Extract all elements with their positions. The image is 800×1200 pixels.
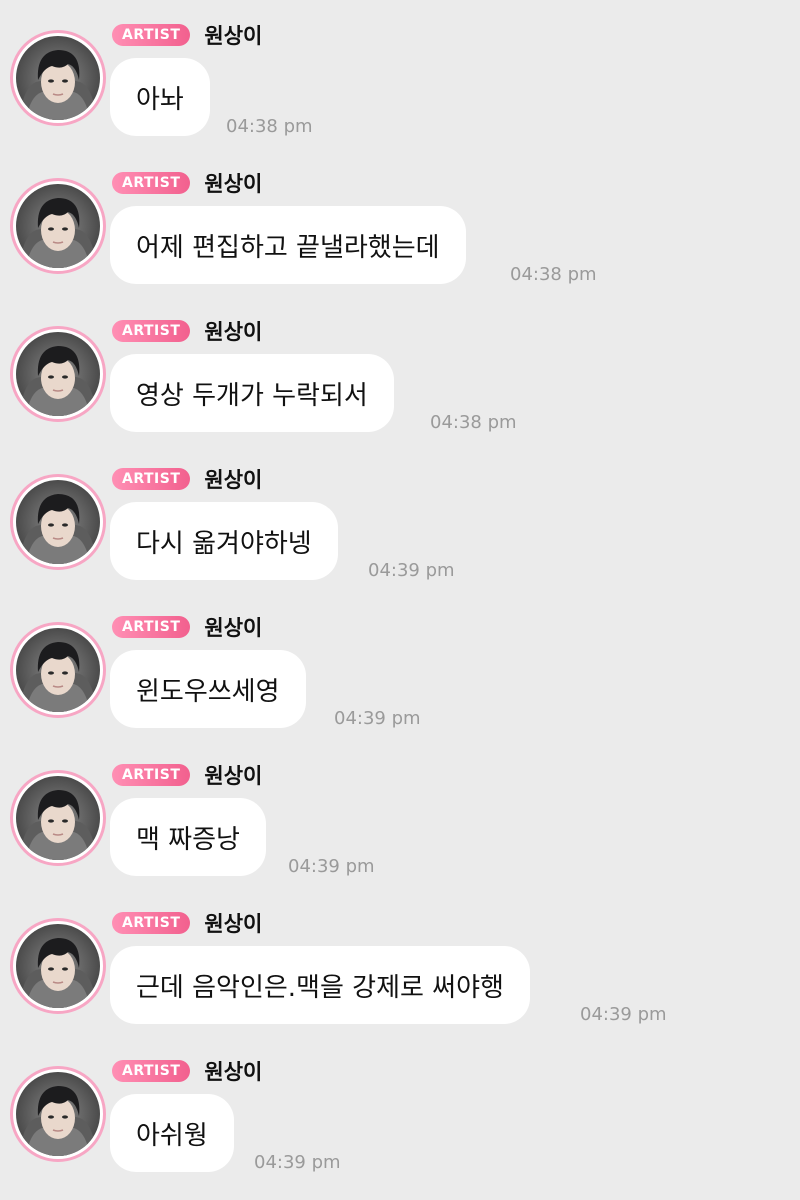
profile-photo-icon xyxy=(16,184,100,268)
profile-photo-icon xyxy=(16,1072,100,1156)
profile-photo-icon xyxy=(16,480,100,564)
chat-message: ARTIST 원상이 윈도우쓰세영 04:39 pm xyxy=(0,592,800,740)
sender-name[interactable]: 원상이 xyxy=(204,612,262,642)
artist-badge: ARTIST xyxy=(112,172,191,194)
avatar[interactable] xyxy=(10,918,106,1014)
chat-message: ARTIST 원상이 근데 음악인은.맥을 강제로 써야행 04:39 pm xyxy=(0,888,800,1036)
message-timestamp: 04:39 pm xyxy=(580,1004,667,1025)
sender-name[interactable]: 원상이 xyxy=(204,168,262,198)
avatar[interactable] xyxy=(10,326,106,422)
chat-message: ARTIST 원상이 아쉬웡 04:39 pm xyxy=(0,1036,800,1184)
chat-message: ARTIST 원상이 어제 편집하고 끝낼라했는데 04:38 pm xyxy=(0,148,800,296)
chat-message: ARTIST 원상이 다시 옮겨야하넹 04:39 pm xyxy=(0,444,800,592)
avatar[interactable] xyxy=(10,474,106,570)
message-timestamp: 04:38 pm xyxy=(226,116,313,137)
artist-badge: ARTIST xyxy=(112,320,191,342)
message-header: ARTIST 원상이 xyxy=(112,466,262,492)
message-bubble[interactable]: 아놔 xyxy=(110,58,210,136)
avatar[interactable] xyxy=(10,1066,106,1162)
message-header: ARTIST 원상이 xyxy=(112,614,262,640)
sender-name[interactable]: 원상이 xyxy=(204,1056,262,1086)
profile-photo-icon xyxy=(16,36,100,120)
message-header: ARTIST 원상이 xyxy=(112,170,262,196)
message-timestamp: 04:38 pm xyxy=(510,264,597,285)
message-bubble[interactable]: 다시 옮겨야하넹 xyxy=(110,502,338,580)
message-timestamp: 04:39 pm xyxy=(288,856,375,877)
message-bubble[interactable]: 맥 짜증낭 xyxy=(110,798,266,876)
message-header: ARTIST 원상이 xyxy=(112,1058,262,1084)
chat-message: ARTIST 원상이 영상 두개가 누락되서 04:38 pm xyxy=(0,296,800,444)
sender-name[interactable]: 원상이 xyxy=(204,20,262,50)
message-bubble[interactable]: 어제 편집하고 끝낼라했는데 xyxy=(110,206,466,284)
message-bubble[interactable]: 윈도우쓰세영 xyxy=(110,650,306,728)
profile-photo-icon xyxy=(16,628,100,712)
chat-message: ARTIST 원상이 맥 짜증낭 04:39 pm xyxy=(0,740,800,888)
message-timestamp: 04:39 pm xyxy=(254,1152,341,1173)
sender-name[interactable]: 원상이 xyxy=(204,760,262,790)
message-bubble[interactable]: 영상 두개가 누락되서 xyxy=(110,354,394,432)
sender-name[interactable]: 원상이 xyxy=(204,464,262,494)
profile-photo-icon xyxy=(16,924,100,1008)
chat-feed[interactable]: ARTIST 원상이 아놔 04:38 pm ARTIST 원상이 어제 편집하… xyxy=(0,0,800,1200)
avatar[interactable] xyxy=(10,770,106,866)
avatar[interactable] xyxy=(10,30,106,126)
artist-badge: ARTIST xyxy=(112,468,191,490)
profile-photo-icon xyxy=(16,332,100,416)
artist-badge: ARTIST xyxy=(112,24,191,46)
message-timestamp: 04:39 pm xyxy=(368,560,455,581)
message-bubble[interactable]: 근데 음악인은.맥을 강제로 써야행 xyxy=(110,946,530,1024)
avatar[interactable] xyxy=(10,178,106,274)
sender-name[interactable]: 원상이 xyxy=(204,316,262,346)
message-header: ARTIST 원상이 xyxy=(112,762,262,788)
message-timestamp: 04:39 pm xyxy=(334,708,421,729)
message-header: ARTIST 원상이 xyxy=(112,318,262,344)
message-header: ARTIST 원상이 xyxy=(112,22,262,48)
avatar[interactable] xyxy=(10,622,106,718)
artist-badge: ARTIST xyxy=(112,764,191,786)
artist-badge: ARTIST xyxy=(112,1060,191,1082)
message-bubble[interactable]: 아쉬웡 xyxy=(110,1094,234,1172)
profile-photo-icon xyxy=(16,776,100,860)
chat-message: ARTIST 원상이 아놔 04:38 pm xyxy=(0,0,800,148)
artist-badge: ARTIST xyxy=(112,616,191,638)
message-timestamp: 04:38 pm xyxy=(430,412,517,433)
artist-badge: ARTIST xyxy=(112,912,191,934)
sender-name[interactable]: 원상이 xyxy=(204,908,262,938)
message-header: ARTIST 원상이 xyxy=(112,910,262,936)
